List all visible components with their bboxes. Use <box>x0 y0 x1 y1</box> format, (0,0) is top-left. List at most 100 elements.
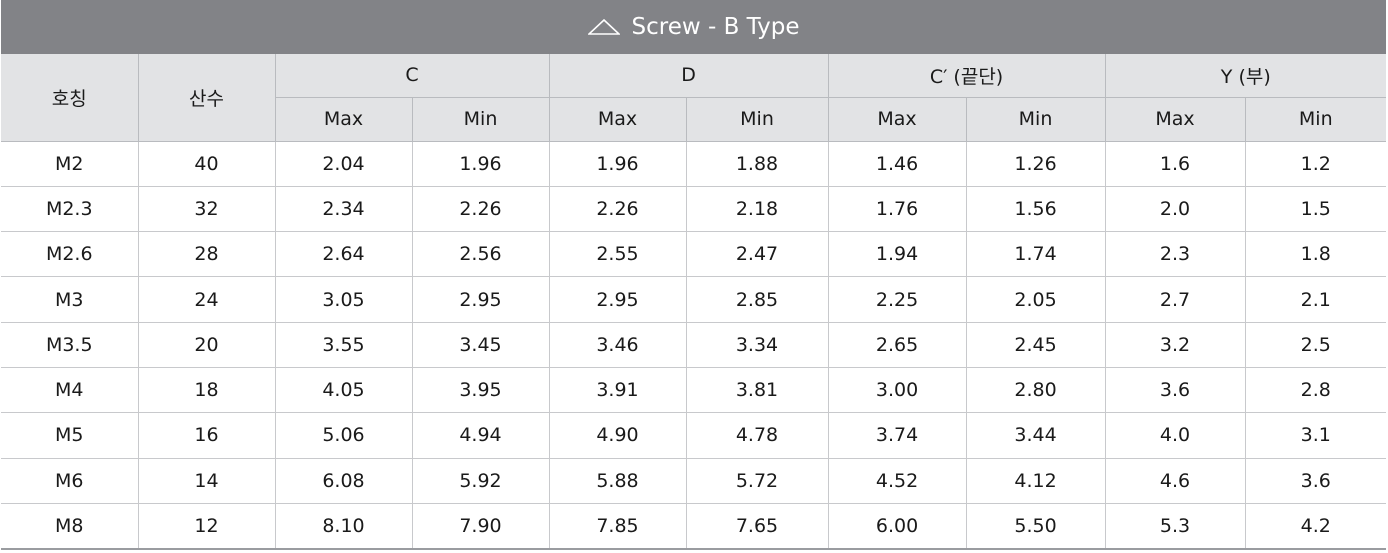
header-c-prime-max: Max <box>828 97 967 142</box>
table-row: M3 24 3.05 2.95 2.95 2.85 2.25 2.05 2.7 2.1 <box>1 276 1387 323</box>
cell-c-max: 2.34 <box>275 186 413 233</box>
cell-y-min: 3.6 <box>1245 458 1387 504</box>
cell-c-min: 7.90 <box>412 503 550 550</box>
cell-threads: 16 <box>138 412 276 459</box>
cell-y-max: 2.0 <box>1105 186 1246 233</box>
cell-nominal: M8 <box>1 503 139 550</box>
cell-c-prime-min: 1.26 <box>966 141 1106 187</box>
table-row: M2.3 32 2.34 2.26 2.26 2.18 1.76 1.56 2.0 1.5 <box>1 186 1387 233</box>
cell-nominal: M4 <box>1 367 139 414</box>
cell-y-max: 3.6 <box>1105 367 1246 414</box>
cell-d-max: 5.88 <box>549 458 687 504</box>
header-row-groups: 호칭 산수 C D C′ (끝단) Y (부) <box>1 54 1387 142</box>
cell-d-max: 7.85 <box>549 503 687 550</box>
cell-c-max: 3.05 <box>275 276 413 323</box>
cell-c-prime-max: 1.46 <box>828 141 967 187</box>
cell-c-max: 5.06 <box>275 412 413 459</box>
cell-y-max: 5.3 <box>1105 503 1246 550</box>
cell-y-min: 1.5 <box>1245 186 1387 233</box>
cell-nominal: M3.5 <box>1 322 139 368</box>
cell-c-prime-max: 2.65 <box>828 322 967 368</box>
cell-y-min: 1.2 <box>1245 141 1387 187</box>
header-d-max: Max <box>549 97 687 142</box>
table-row: M4 18 4.05 3.95 3.91 3.81 3.00 2.80 3.6 2.8 <box>1 367 1387 414</box>
cell-d-max: 3.91 <box>549 367 687 414</box>
cell-y-max: 4.0 <box>1105 412 1246 459</box>
table-row: M5 16 5.06 4.94 4.90 4.78 3.74 3.44 4.0 3.1 <box>1 412 1387 459</box>
cell-c-prime-min: 4.12 <box>966 458 1106 504</box>
spec-table-container: Screw - B Type 호칭 산수 C D C′ (끝단) Y (부) M… <box>1 0 1387 550</box>
cell-c-prime-min: 1.56 <box>966 186 1106 233</box>
header-c-min: Min <box>412 97 550 142</box>
cell-d-max: 1.96 <box>549 141 687 187</box>
cell-y-min: 2.8 <box>1245 367 1387 414</box>
cell-c-max: 8.10 <box>275 503 413 550</box>
header-group-c-prime: C′ (끝단) <box>828 54 1106 98</box>
cell-c-min: 5.92 <box>412 458 550 504</box>
cell-y-max: 2.3 <box>1105 231 1246 278</box>
cell-c-prime-min: 2.45 <box>966 322 1106 368</box>
header-threads: 산수 <box>138 54 276 142</box>
header-c-prime-min: Min <box>966 97 1106 142</box>
cell-c-min: 2.95 <box>412 276 550 323</box>
cell-c-max: 2.04 <box>275 141 413 187</box>
cell-nominal: M2 <box>1 141 139 187</box>
cell-nominal: M3 <box>1 276 139 323</box>
cell-threads: 32 <box>138 186 276 233</box>
cell-c-prime-max: 3.74 <box>828 412 967 459</box>
cell-d-max: 2.55 <box>549 231 687 278</box>
header-y-min: Min <box>1245 97 1387 142</box>
table-row: M6 14 6.08 5.92 5.88 5.72 4.52 4.12 4.6 3.6 <box>1 458 1387 504</box>
cell-c-prime-max: 1.76 <box>828 186 967 233</box>
header-nominal: 호칭 <box>1 54 139 142</box>
table-title-bar: Screw - B Type <box>1 0 1386 54</box>
cell-y-max: 4.6 <box>1105 458 1246 504</box>
spec-table: 호칭 산수 C D C′ (끝단) Y (부) Max Min Max Min … <box>1 54 1387 550</box>
cell-d-max: 2.26 <box>549 186 687 233</box>
table-body: M2 40 2.04 1.96 1.96 1.88 1.46 1.26 1.6 1.2 M2.3 32… <box>1 141 1387 550</box>
header-d-min: Min <box>686 97 829 142</box>
cell-y-min: 2.1 <box>1245 276 1387 323</box>
cell-d-min: 1.88 <box>686 141 829 187</box>
cell-c-min: 3.95 <box>412 367 550 414</box>
cell-c-min: 2.56 <box>412 231 550 278</box>
cell-d-min: 5.72 <box>686 458 829 504</box>
cell-d-max: 2.95 <box>549 276 687 323</box>
cell-y-max: 3.2 <box>1105 322 1246 368</box>
cell-c-max: 2.64 <box>275 231 413 278</box>
cell-threads: 18 <box>138 367 276 414</box>
cell-c-min: 4.94 <box>412 412 550 459</box>
cell-y-min: 3.1 <box>1245 412 1387 459</box>
cell-c-prime-min: 3.44 <box>966 412 1106 459</box>
cell-nominal: M5 <box>1 412 139 459</box>
cell-nominal: M2.3 <box>1 186 139 233</box>
cell-c-min: 2.26 <box>412 186 550 233</box>
cell-d-min: 3.81 <box>686 367 829 414</box>
cell-c-prime-min: 5.50 <box>966 503 1106 550</box>
cell-c-min: 1.96 <box>412 141 550 187</box>
table-title: Screw - B Type <box>631 14 800 40</box>
header-group-c: C <box>275 54 550 98</box>
cell-c-max: 3.55 <box>275 322 413 368</box>
cell-c-max: 6.08 <box>275 458 413 504</box>
cell-c-prime-max: 4.52 <box>828 458 967 504</box>
header-group-d: D <box>549 54 829 98</box>
cell-c-prime-max: 2.25 <box>828 276 967 323</box>
cell-c-prime-max: 6.00 <box>828 503 967 550</box>
cell-threads: 12 <box>138 503 276 550</box>
cell-threads: 20 <box>138 322 276 368</box>
cell-y-max: 2.7 <box>1105 276 1246 323</box>
cell-nominal: M6 <box>1 458 139 504</box>
cell-c-prime-min: 2.80 <box>966 367 1106 414</box>
cell-nominal: M2.6 <box>1 231 139 278</box>
cell-d-max: 4.90 <box>549 412 687 459</box>
header-y-max: Max <box>1105 97 1246 142</box>
cell-c-prime-min: 1.74 <box>966 231 1106 278</box>
cell-c-prime-min: 2.05 <box>966 276 1106 323</box>
cell-d-min: 4.78 <box>686 412 829 459</box>
cell-c-max: 4.05 <box>275 367 413 414</box>
table-row: M2.6 28 2.64 2.56 2.55 2.47 1.94 1.74 2.3 1.8 <box>1 231 1387 278</box>
cell-c-prime-max: 1.94 <box>828 231 967 278</box>
table-row: M2 40 2.04 1.96 1.96 1.88 1.46 1.26 1.6 1.2 <box>1 141 1387 187</box>
cell-threads: 14 <box>138 458 276 504</box>
